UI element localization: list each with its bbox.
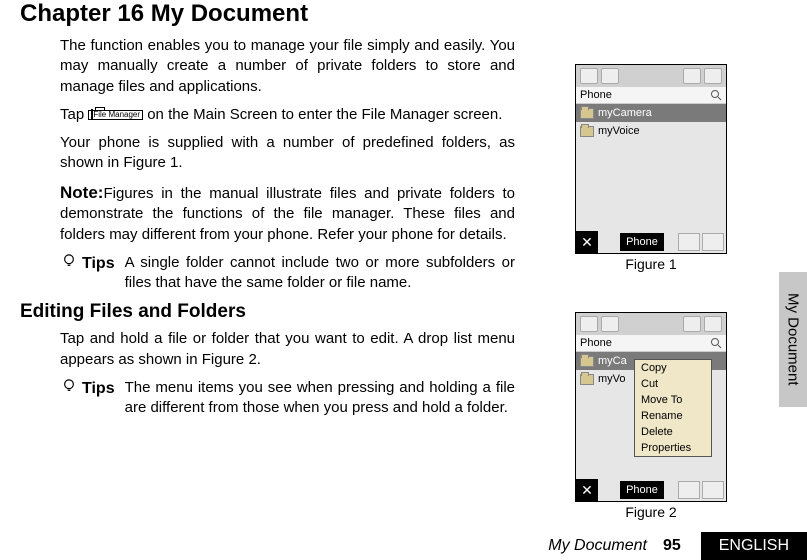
note-label: Note: xyxy=(60,183,103,202)
status-icon xyxy=(704,68,722,84)
phone-screen-1: Phone myCamera myVoice ✕ Phone xyxy=(575,64,727,254)
folder-icon xyxy=(580,126,594,137)
figure-caption: Figure 2 xyxy=(575,504,727,520)
phone-statusbar xyxy=(576,313,726,335)
editing-paragraph: Tap and hold a file or folder that you w… xyxy=(60,329,515,370)
status-icon xyxy=(704,316,722,332)
status-icon xyxy=(601,68,619,84)
list-item[interactable]: myVoice xyxy=(576,122,726,140)
softkey-center[interactable]: Phone xyxy=(620,233,664,251)
predefined-paragraph: Your phone is supplied with a number of … xyxy=(60,133,515,174)
footer-language: ENGLISH xyxy=(701,532,807,560)
tips-block-2: Tips The menu items you see when pressin… xyxy=(60,378,515,419)
menu-item-move-to[interactable]: Move To xyxy=(635,392,711,408)
folder-name: myCa xyxy=(598,355,627,367)
status-icon xyxy=(683,316,701,332)
page-footer: My Document 95 ENGLISH xyxy=(0,532,807,560)
figure-1: Phone myCamera myVoice ✕ Phone xyxy=(575,64,727,272)
status-icon xyxy=(580,316,598,332)
tips-text: The menu items you see when pressing and… xyxy=(125,378,515,419)
bulb-icon xyxy=(60,254,78,268)
list-item[interactable]: myCamera xyxy=(576,104,726,122)
tips-label: Tips xyxy=(82,378,115,400)
menu-item-properties[interactable]: Properties xyxy=(635,440,711,456)
search-icon xyxy=(710,337,722,349)
text-fragment: Tap xyxy=(60,106,88,123)
bulb-icon xyxy=(60,379,78,393)
menu-item-delete[interactable]: Delete xyxy=(635,424,711,440)
phone-screen-2: Phone myCa myVo Copy Cut Move xyxy=(575,312,727,502)
status-icon xyxy=(683,68,701,84)
search-icon xyxy=(710,89,722,101)
folder-name: myCamera xyxy=(598,107,652,119)
softkey-icon[interactable] xyxy=(678,481,700,499)
tips-label: Tips xyxy=(82,253,115,275)
folder-list: myCamera myVoice xyxy=(576,104,726,140)
status-icon xyxy=(580,68,598,84)
tips-text: A single folder cannot include two or mo… xyxy=(125,253,515,294)
note-paragraph: Note:Figures in the manual illustrate fi… xyxy=(60,182,515,245)
context-menu: Copy Cut Move To Rename Delete Propertie… xyxy=(634,359,712,457)
softkey-center[interactable]: Phone xyxy=(620,481,664,499)
location-label: Phone xyxy=(580,89,612,101)
folder-icon xyxy=(580,356,594,367)
tap-paragraph: Tap File Manager on the Main Screen to e… xyxy=(60,105,515,125)
footer-page-number: 95 xyxy=(663,537,681,555)
menu-item-copy[interactable]: Copy xyxy=(635,360,711,376)
icon-caption: File Manager xyxy=(93,110,140,119)
footer-doc-title: My Document xyxy=(548,537,647,555)
tips-block-1: Tips A single folder cannot include two … xyxy=(60,253,515,294)
figure-caption: Figure 1 xyxy=(575,256,727,272)
menu-item-cut[interactable]: Cut xyxy=(635,376,711,392)
status-icon xyxy=(601,316,619,332)
location-row: Phone xyxy=(576,335,726,352)
folder-name: myVo xyxy=(598,373,626,385)
chapter-title: Chapter 16 My Document xyxy=(20,0,787,28)
close-button[interactable]: ✕ xyxy=(576,231,598,253)
side-tab: My Document xyxy=(779,272,807,407)
folder-icon xyxy=(580,374,594,385)
phone-softkeys: ✕ Phone xyxy=(576,231,726,253)
menu-item-rename[interactable]: Rename xyxy=(635,408,711,424)
softkey-icon[interactable] xyxy=(702,233,724,251)
folder-icon xyxy=(580,108,594,119)
softkey-icon[interactable] xyxy=(678,233,700,251)
location-row: Phone xyxy=(576,87,726,104)
phone-statusbar xyxy=(576,65,726,87)
phone-softkeys: ✕ Phone xyxy=(576,479,726,501)
softkey-icon[interactable] xyxy=(702,481,724,499)
location-label: Phone xyxy=(580,337,612,349)
text-fragment: on the Main Screen to enter the File Man… xyxy=(147,106,502,123)
note-text: Figures in the manual illustrate files a… xyxy=(60,185,515,243)
intro-paragraph: The function enables you to manage your … xyxy=(60,36,515,97)
folder-name: myVoice xyxy=(598,125,640,137)
close-button[interactable]: ✕ xyxy=(576,479,598,501)
file-manager-icon: File Manager xyxy=(88,110,143,120)
figure-2: Phone myCa myVo Copy Cut Move xyxy=(575,312,727,520)
